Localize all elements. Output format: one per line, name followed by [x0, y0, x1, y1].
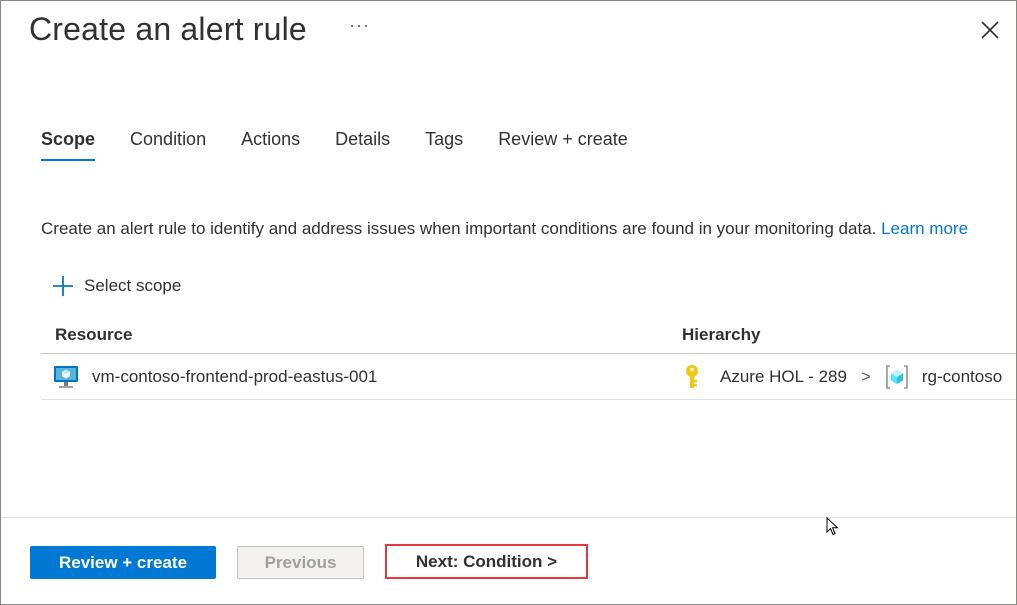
subscription-name[interactable]: Azure HOL - 289: [720, 367, 847, 387]
tab-tags[interactable]: Tags: [425, 127, 463, 161]
learn-more-link[interactable]: Learn more: [881, 219, 968, 238]
resource-group-icon: [886, 365, 908, 389]
table-row-hierarchy: Azure HOL - 289 > rg-contoso: [683, 363, 1002, 391]
tab-bar: Scope Condition Actions Details Tags Rev…: [41, 127, 663, 163]
column-header-resource[interactable]: Resource: [55, 325, 132, 345]
description-body: Create an alert rule to identify and add…: [41, 219, 882, 238]
review-create-button[interactable]: Review + create: [30, 546, 216, 579]
plus-icon: [53, 276, 73, 296]
resource-name[interactable]: vm-contoso-frontend-prod-eastus-001: [92, 367, 377, 387]
tab-details[interactable]: Details: [335, 127, 390, 161]
table-header-divider: [41, 353, 1016, 354]
next-condition-button[interactable]: Next: Condition >: [385, 544, 588, 579]
table-row-divider: [41, 399, 1016, 400]
tab-review-create[interactable]: Review + create: [498, 127, 628, 161]
tab-condition[interactable]: Condition: [130, 127, 206, 161]
select-scope-button[interactable]: Select scope: [51, 273, 181, 299]
column-header-hierarchy[interactable]: Hierarchy: [682, 325, 760, 345]
table-row-resource: vm-contoso-frontend-prod-eastus-001: [53, 363, 377, 391]
key-icon: [686, 365, 698, 388]
close-icon[interactable]: [977, 17, 1003, 43]
tab-actions[interactable]: Actions: [241, 127, 300, 161]
page-title: Create an alert rule: [29, 11, 307, 47]
tab-scope[interactable]: Scope: [41, 127, 96, 161]
hierarchy-separator: >: [860, 367, 871, 386]
create-alert-rule-panel: Create an alert rule ··· Scope Condition…: [0, 0, 1017, 605]
virtual-machine-icon: [54, 366, 78, 388]
mouse-cursor-icon: [826, 517, 839, 536]
previous-button: Previous: [237, 546, 364, 579]
more-options-button[interactable]: ···: [349, 15, 370, 36]
description-text: Create an alert rule to identify and add…: [41, 219, 968, 239]
select-scope-label: Select scope: [84, 276, 182, 295]
footer-divider: [1, 517, 1016, 518]
resource-group-name[interactable]: rg-contoso: [922, 367, 1002, 387]
